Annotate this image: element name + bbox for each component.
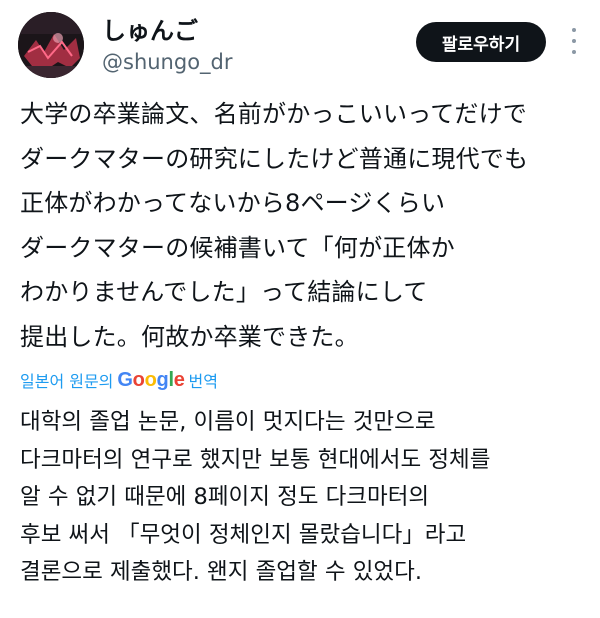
translated-line: 후보 써서 「무엇이 정체인지 몰랐습니다」라고 [20,521,467,548]
more-dots-vertical-icon[interactable] [566,28,582,54]
tweet-line: 正体がわかってないから8ページくらい [20,189,446,217]
user-names: しゅんご @shungo_dr [102,16,233,76]
translation-prefix: 일본어 원문의 [20,372,114,391]
dot [572,39,576,43]
avatar-image [18,12,84,78]
google-letter: o [144,368,157,391]
translated-line: 다크마터의 연구로 했지만 보통 현대에서도 정체를 [20,446,491,473]
translated-line: 알 수 없기 때문에 8페이지 정도 다크마터의 [20,484,430,510]
dot [572,50,576,54]
google-letter: o [132,368,145,391]
tweet-line: わかりませんでした」って結論にして [20,278,428,306]
tweet-line: 大学の卒業論文、名前がかっこいいってだけで [20,100,527,128]
translation-attribution[interactable]: 일본어 원문의 Google 번역 [20,366,218,394]
display-name[interactable]: しゅんご [102,16,233,46]
google-letter: e [173,368,185,391]
dot [572,28,576,32]
tweet-header: しゅんご @shungo_dr 팔로우하기 [18,12,584,78]
translated-line: 대학의 졸업 논문, 이름이 멋지다는 것만으로 [20,409,436,435]
translation-suffix: 번역 [188,372,218,391]
tweet-line: 提出した。何故か卒業できた。 [20,322,359,351]
translated-text: 대학의 졸업 논문, 이름이 멋지다는 것만으로 다크마터의 연구로 했지만 보… [20,404,590,592]
tweet-line: ダークマターの研究にしたけど普通に現代でも [20,144,529,173]
user-handle[interactable]: @shungo_dr [102,48,233,76]
google-logo: Google [117,369,184,392]
google-letter: G [117,368,133,391]
translated-line: 결론으로 제출했다. 왠지 졸업할 수 있었다. [20,559,422,585]
tweet-line: ダークマターの候補書いて「何が正体か [20,233,455,262]
avatar[interactable] [18,12,84,78]
follow-button[interactable]: 팔로우하기 [416,22,546,62]
tweet-text: 大学の卒業論文、名前がかっこいいってだけで ダークマターの研究にしたけど普通に現… [20,92,590,359]
google-letter: g [156,368,169,391]
